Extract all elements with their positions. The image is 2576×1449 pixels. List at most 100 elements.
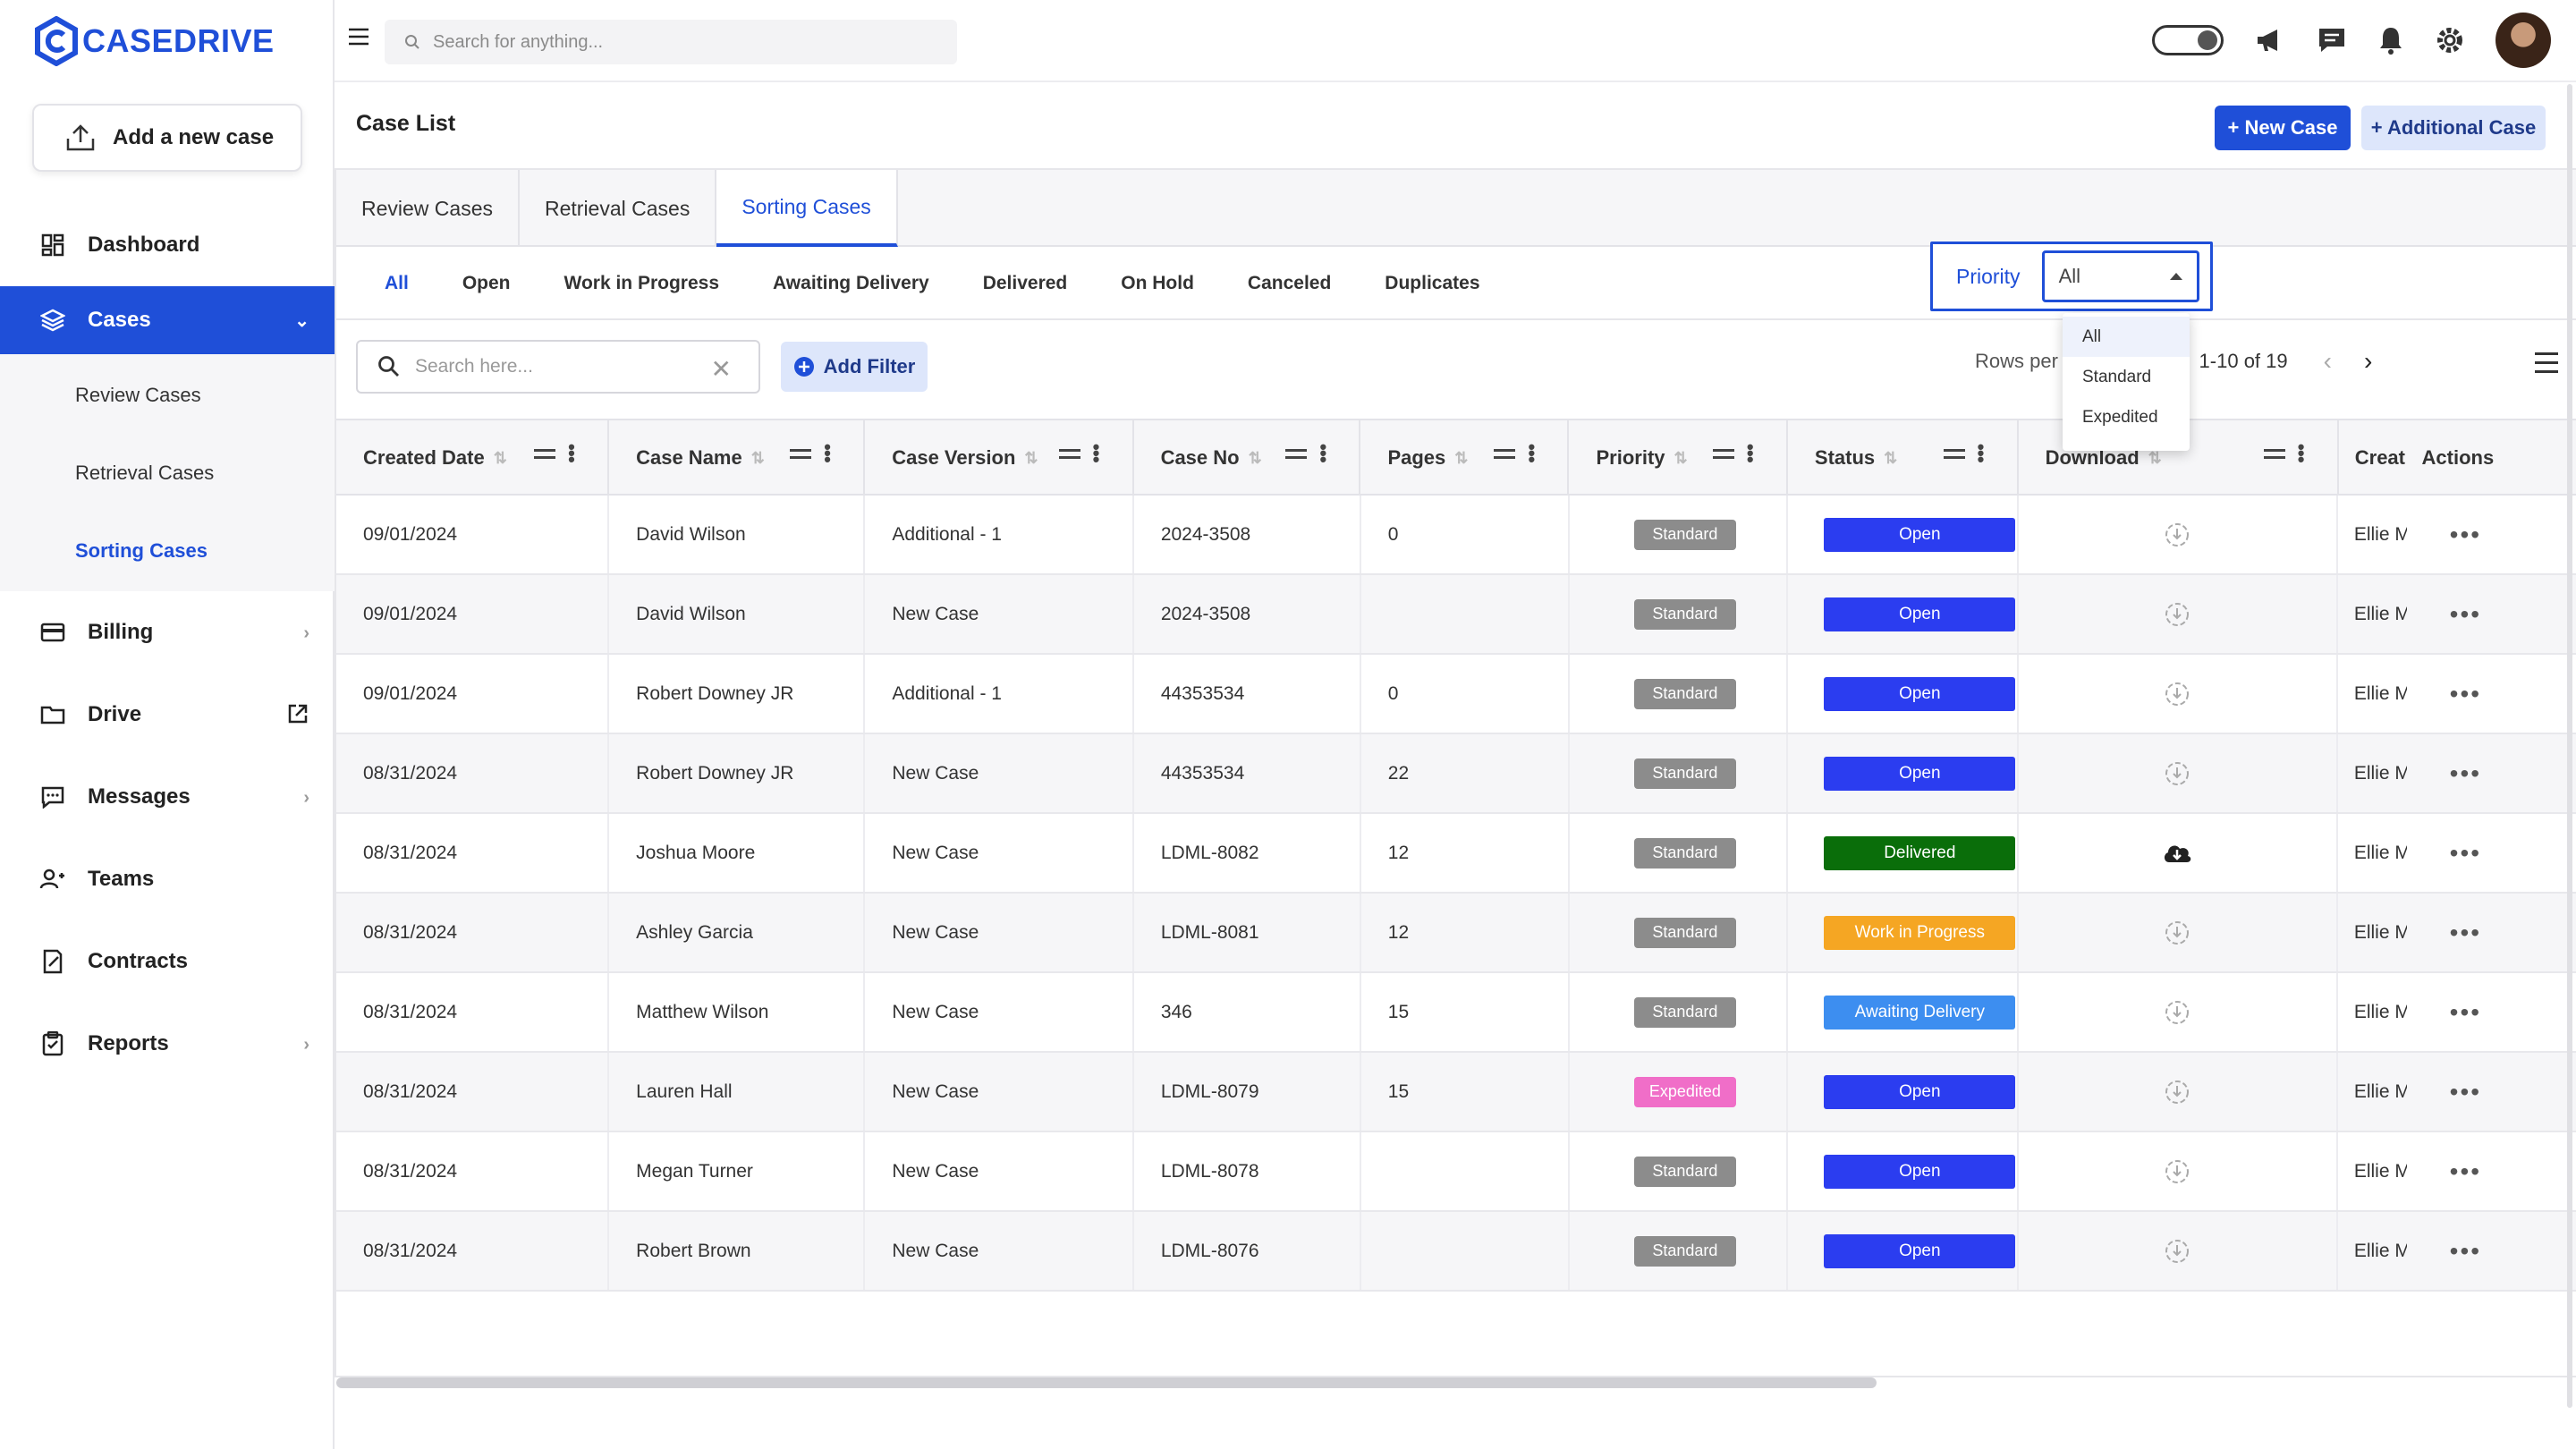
- column-header[interactable]: Priority ⇅ • • •: [1569, 420, 1788, 496]
- tab-review-cases[interactable]: Review Cases: [336, 170, 520, 247]
- notification-bell-icon[interactable]: [2377, 25, 2404, 55]
- column-options-icon[interactable]: • • •: [568, 437, 575, 470]
- status-tab-work-in-progress[interactable]: Work in Progress: [564, 273, 720, 294]
- next-page-icon[interactable]: ›: [2364, 347, 2372, 376]
- row-actions-icon[interactable]: •••: [2450, 680, 2481, 708]
- column-menu-icon[interactable]: [2535, 352, 2558, 379]
- status-tab-awaiting-delivery[interactable]: Awaiting Delivery: [773, 273, 929, 294]
- previous-page-icon[interactable]: ‹: [2324, 347, 2332, 376]
- column-header[interactable]: Status ⇅ • • •: [1788, 420, 2019, 496]
- row-actions-icon[interactable]: •••: [2450, 1078, 2481, 1106]
- column-options-icon[interactable]: • • •: [1093, 437, 1100, 470]
- status-tab-on-hold[interactable]: On Hold: [1121, 273, 1194, 294]
- horizontal-scrollbar[interactable]: [336, 1377, 1877, 1388]
- status-tab-canceled[interactable]: Canceled: [1248, 273, 1331, 294]
- drag-handle-icon[interactable]: [1943, 449, 1965, 463]
- status-tab-duplicates[interactable]: Duplicates: [1385, 273, 1479, 294]
- add-new-case-button[interactable]: Add a new case: [32, 104, 302, 172]
- drag-handle-icon[interactable]: [534, 449, 556, 463]
- logo[interactable]: CASEDRIVE: [34, 16, 275, 66]
- sidebar-subitem-review-cases[interactable]: Review Cases: [0, 356, 335, 434]
- column-options-icon[interactable]: • • •: [1978, 437, 1985, 470]
- vertical-scrollbar[interactable]: [2567, 84, 2572, 1408]
- column-header[interactable]: Case Name ⇅ • • •: [609, 420, 866, 496]
- table-search-input[interactable]: Search here... ✕: [356, 340, 760, 394]
- new-case-button[interactable]: + New Case: [2215, 106, 2351, 150]
- add-filter-button[interactable]: Add Filter: [781, 342, 928, 392]
- priority-option-expedited[interactable]: Expedited: [2063, 397, 2190, 437]
- external-link-icon[interactable]: [286, 702, 309, 731]
- clear-search-icon[interactable]: ✕: [711, 354, 732, 384]
- status-tab-open[interactable]: Open: [462, 273, 511, 294]
- column-header[interactable]: Pages ⇅ • • •: [1360, 420, 1570, 496]
- chat-icon[interactable]: [2317, 26, 2347, 55]
- column-options-icon[interactable]: • • •: [824, 437, 831, 470]
- sidebar-subitem-sorting-cases[interactable]: Sorting Cases: [0, 512, 335, 589]
- column-options-icon[interactable]: • • •: [1528, 437, 1535, 470]
- sort-icon[interactable]: ⇅: [494, 449, 507, 468]
- status-tab-all[interactable]: All: [385, 273, 409, 294]
- row-actions-icon[interactable]: •••: [2450, 521, 2481, 549]
- sort-icon[interactable]: ⇅: [1884, 449, 1897, 468]
- sidebar-item-reports[interactable]: Reports ›: [0, 1003, 335, 1085]
- table-row[interactable]: 08/31/2024 Matthew Wilson New Case 346 15 Sta…: [336, 973, 2576, 1053]
- sidebar-item-dashboard[interactable]: Dashboard: [0, 204, 335, 286]
- megaphone-icon[interactable]: [2254, 26, 2286, 55]
- table-row[interactable]: 09/01/2024 David Wilson Additional - 1 2024…: [336, 496, 2576, 575]
- theme-toggle[interactable]: [2152, 25, 2224, 55]
- sidebar-item-billing[interactable]: Billing ›: [0, 591, 335, 674]
- user-avatar[interactable]: [2496, 13, 2551, 68]
- drag-handle-icon[interactable]: [1058, 449, 1080, 463]
- sidebar-item-cases[interactable]: Cases ⌄: [0, 286, 335, 354]
- sort-icon[interactable]: ⇅: [751, 449, 765, 468]
- drag-handle-icon[interactable]: [1712, 449, 1734, 463]
- status-tab-delivered[interactable]: Delivered: [983, 273, 1068, 294]
- drag-handle-icon[interactable]: [2263, 449, 2285, 463]
- priority-option-standard[interactable]: Standard: [2063, 357, 2190, 397]
- sort-icon[interactable]: ⇅: [1024, 449, 1038, 468]
- sort-icon[interactable]: ⇅: [1674, 449, 1688, 468]
- table-row[interactable]: 09/01/2024 David Wilson New Case 2024-3508 S…: [336, 575, 2576, 655]
- tab-sorting-cases[interactable]: Sorting Cases: [716, 170, 898, 247]
- column-options-icon[interactable]: • • •: [1747, 437, 1754, 470]
- additional-case-button[interactable]: + Additional Case: [2361, 106, 2546, 150]
- row-actions-icon[interactable]: •••: [2450, 839, 2481, 868]
- sidebar-subitem-retrieval-cases[interactable]: Retrieval Cases: [0, 434, 335, 512]
- settings-gear-icon[interactable]: [2435, 25, 2465, 55]
- row-actions-icon[interactable]: •••: [2450, 919, 2481, 947]
- drag-handle-icon[interactable]: [1494, 449, 1516, 463]
- sidebar-item-drive[interactable]: Drive: [0, 674, 335, 756]
- hamburger-menu-icon[interactable]: [347, 27, 372, 52]
- column-options-icon[interactable]: • • •: [2298, 437, 2305, 470]
- drag-handle-icon[interactable]: [790, 449, 812, 463]
- table-row[interactable]: 09/01/2024 Robert Downey JR Additional - 1…: [336, 655, 2576, 734]
- table-row[interactable]: 08/31/2024 Ashley Garcia New Case LDML-8081…: [336, 894, 2576, 973]
- row-actions-icon[interactable]: •••: [2450, 1237, 2481, 1266]
- row-actions-icon[interactable]: •••: [2450, 600, 2481, 629]
- priority-select[interactable]: All: [2041, 250, 2199, 302]
- cloud-download-icon[interactable]: [2019, 841, 2336, 866]
- column-header[interactable]: Case No ⇅ • • •: [1134, 420, 1361, 496]
- sort-icon[interactable]: ⇅: [2148, 449, 2162, 468]
- table-row[interactable]: 08/31/2024 Joshua Moore New Case LDML-8082 1…: [336, 814, 2576, 894]
- column-header[interactable]: Created Date ⇅ • • •: [336, 420, 610, 496]
- global-search-input[interactable]: Search for anything...: [385, 20, 957, 64]
- row-actions-icon[interactable]: •••: [2450, 998, 2481, 1027]
- column-header[interactable]: Creat: [2339, 420, 2408, 496]
- column-header[interactable]: Case Version ⇅ • • •: [865, 420, 1134, 496]
- table-row[interactable]: 08/31/2024 Robert Downey JR New Case 443535…: [336, 734, 2576, 814]
- sort-icon[interactable]: ⇅: [1249, 449, 1262, 468]
- column-header[interactable]: Actions: [2408, 420, 2576, 496]
- sort-icon[interactable]: ⇅: [1454, 449, 1468, 468]
- table-row[interactable]: 08/31/2024 Megan Turner New Case LDML-8078 S…: [336, 1132, 2576, 1212]
- column-options-icon[interactable]: • • •: [1319, 437, 1326, 470]
- row-actions-icon[interactable]: •••: [2450, 1157, 2481, 1186]
- row-actions-icon[interactable]: •••: [2450, 759, 2481, 788]
- table-row[interactable]: 08/31/2024 Lauren Hall New Case LDML-8079 15…: [336, 1053, 2576, 1132]
- sidebar-item-teams[interactable]: Teams: [0, 838, 335, 920]
- sidebar-item-contracts[interactable]: Contracts: [0, 920, 335, 1003]
- priority-option-all[interactable]: All: [2063, 317, 2190, 357]
- sidebar-item-messages[interactable]: Messages ›: [0, 756, 335, 838]
- tab-retrieval-cases[interactable]: Retrieval Cases: [520, 170, 717, 247]
- table-row[interactable]: 08/31/2024 Robert Brown New Case LDML-8076 S…: [336, 1212, 2576, 1292]
